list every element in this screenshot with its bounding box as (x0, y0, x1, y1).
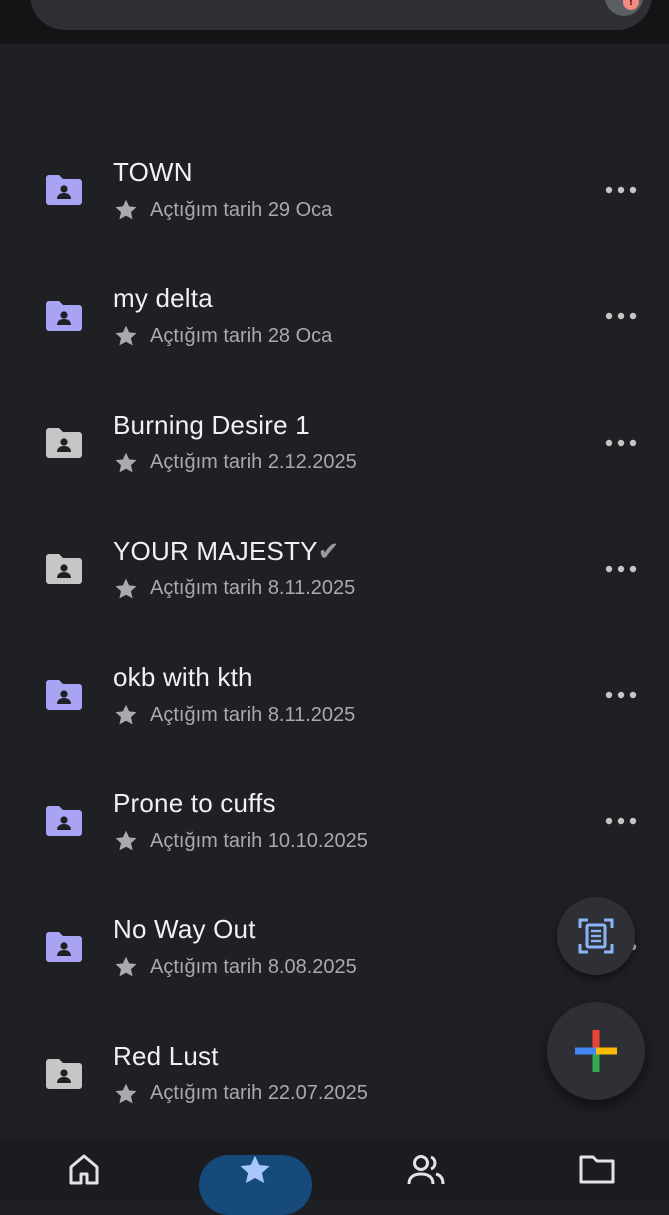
new-button[interactable] (547, 1002, 645, 1100)
file-opened-date: Açtığım tarih 8.08.2025 (113, 954, 357, 980)
checkmark-emoji: ✔ (317, 535, 340, 566)
file-opened-date: Açtığım tarih 28 Oca (113, 323, 332, 349)
more-options-button[interactable] (601, 423, 641, 463)
shared-folder-icon (46, 806, 82, 837)
file-row[interactable]: YOUR MAJESTY✔ Açtığım tarih 8.11.2025 (0, 506, 669, 632)
file-row[interactable]: okb with kth Açtığım tarih 8.11.2025 (0, 632, 669, 758)
star-icon (115, 326, 137, 346)
star-icon (115, 578, 137, 599)
more-options-button[interactable] (601, 170, 641, 210)
home-icon (69, 1154, 99, 1185)
search-bar[interactable] (30, 0, 652, 30)
scan-document-icon (578, 918, 614, 954)
file-opened-date: Açtığım tarih 2.12.2025 (113, 450, 357, 476)
file-title: Burning Desire 1 (113, 409, 310, 440)
nav-starred[interactable] (225, 1152, 285, 1200)
shared-folder-icon (46, 175, 82, 206)
scan-document-button[interactable] (557, 897, 635, 975)
more-options-button[interactable] (601, 296, 641, 336)
folder-icon (579, 1155, 615, 1184)
more-horizontal-icon (605, 439, 637, 446)
file-title: my delta (113, 283, 213, 314)
file-row[interactable]: Prone to cuffs Açtığım tarih 10.10.2025 (0, 758, 669, 884)
shared-folder-icon (46, 301, 82, 332)
people-icon (407, 1155, 445, 1185)
more-horizontal-icon (605, 817, 637, 825)
file-title: Red Lust (113, 1040, 219, 1071)
star-icon (115, 704, 137, 725)
google-plus-icon (575, 1030, 617, 1072)
shared-folder-icon (46, 427, 82, 458)
file-row[interactable]: TOWN Açtığım tarih 29 Oca (0, 127, 669, 253)
star-icon (115, 452, 137, 473)
star-icon (115, 199, 137, 220)
file-row[interactable]: my delta Açtığım tarih 28 Oca (0, 253, 669, 379)
file-row[interactable]: Burning Desire 1 Açtığım tarih 2.12.2025 (0, 380, 669, 506)
more-options-button[interactable] (601, 675, 641, 715)
more-horizontal-icon (605, 186, 637, 194)
shared-folder-icon (46, 680, 82, 710)
file-title: YOUR MAJESTY✔ (113, 535, 340, 566)
file-title: Prone to cuffs (113, 788, 276, 819)
more-options-button[interactable] (601, 801, 641, 841)
bottom-navigation (0, 1138, 669, 1215)
nav-shared[interactable] (396, 1152, 456, 1200)
shared-folder-icon (46, 553, 82, 584)
file-opened-date: Açtığım tarih 29 Oca (113, 197, 332, 223)
nav-files[interactable] (567, 1152, 627, 1200)
more-horizontal-icon (605, 313, 637, 320)
star-icon (115, 1083, 137, 1104)
star-icon (115, 957, 137, 977)
more-horizontal-icon (605, 691, 637, 699)
file-title: okb with kth (113, 662, 253, 692)
file-opened-date: Açtığım tarih 10.10.2025 (113, 828, 368, 854)
more-options-button[interactable] (601, 549, 641, 589)
star-icon (115, 830, 137, 851)
file-opened-date: Açtığım tarih 8.11.2025 (113, 576, 355, 602)
more-horizontal-icon (605, 565, 637, 572)
shared-folder-icon (46, 1058, 82, 1089)
nav-home[interactable] (54, 1152, 114, 1200)
file-title: TOWN (113, 157, 193, 188)
file-title: No Way Out (113, 914, 256, 945)
star-icon (240, 1155, 270, 1184)
shared-folder-icon (46, 932, 82, 963)
file-opened-date: Açtığım tarih 22.07.2025 (113, 1081, 368, 1107)
top-app-bar: ! (0, 0, 669, 44)
file-opened-date: Açtığım tarih 8.11.2025 (113, 702, 355, 728)
